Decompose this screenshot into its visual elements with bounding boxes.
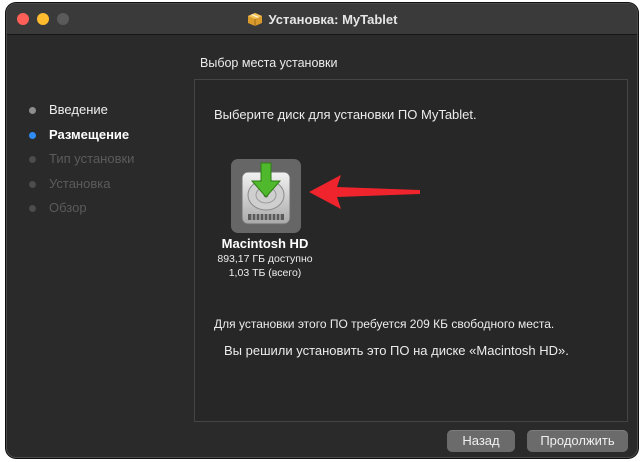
panel-title: Выбор места установки xyxy=(200,56,338,70)
disk-name: Macintosh HD xyxy=(221,236,309,251)
step-label: Тип установки xyxy=(49,151,135,166)
step-installation-type: Тип установки xyxy=(29,147,134,172)
step-installation: Установка xyxy=(29,172,134,197)
step-destination: Размещение xyxy=(29,123,134,148)
step-label: Размещение xyxy=(49,126,130,142)
disk-free-space: 893,17 ГБ доступно xyxy=(217,253,313,265)
content-pane: Выберите диск для установки ПО MyTablet. xyxy=(194,79,628,422)
back-button[interactable]: Назад xyxy=(447,430,515,452)
package-icon xyxy=(247,13,262,26)
step-summary: Обзор xyxy=(29,196,134,221)
steps-sidebar: Введение Размещение Тип установки Устано… xyxy=(29,98,134,221)
space-requirement-text: Для установки этого ПО требуется 209 КБ … xyxy=(214,317,555,331)
disk-macintosh-hd[interactable] xyxy=(231,159,301,233)
selected-destination-text: Вы решили установить это ПО на диске «Ma… xyxy=(224,343,569,358)
step-bullet-icon xyxy=(29,131,36,139)
window-title-text: Установка: MyTablet xyxy=(268,11,398,27)
step-bullet-icon xyxy=(29,205,36,212)
installer-window: Установка: MyTablet Выбор места установк… xyxy=(6,3,638,458)
destination-prompt: Выберите диск для установки ПО MyTablet. xyxy=(214,107,477,122)
step-label: Введение xyxy=(49,102,108,117)
red-arrow-icon xyxy=(309,175,420,209)
step-label: Установка xyxy=(49,175,111,191)
continue-button[interactable]: Продолжить xyxy=(527,430,628,452)
step-bullet-icon xyxy=(29,156,36,163)
hard-drive-install-icon xyxy=(241,162,291,225)
title-bar: Установка: MyTablet xyxy=(7,4,637,35)
step-bullet-icon xyxy=(29,180,36,188)
window-title: Установка: MyTablet xyxy=(7,4,637,34)
step-bullet-icon xyxy=(29,107,36,114)
step-introduction: Введение xyxy=(29,98,134,123)
step-label: Обзор xyxy=(49,200,87,215)
disk-total-space: 1,03 ТБ (всего) xyxy=(228,267,302,279)
